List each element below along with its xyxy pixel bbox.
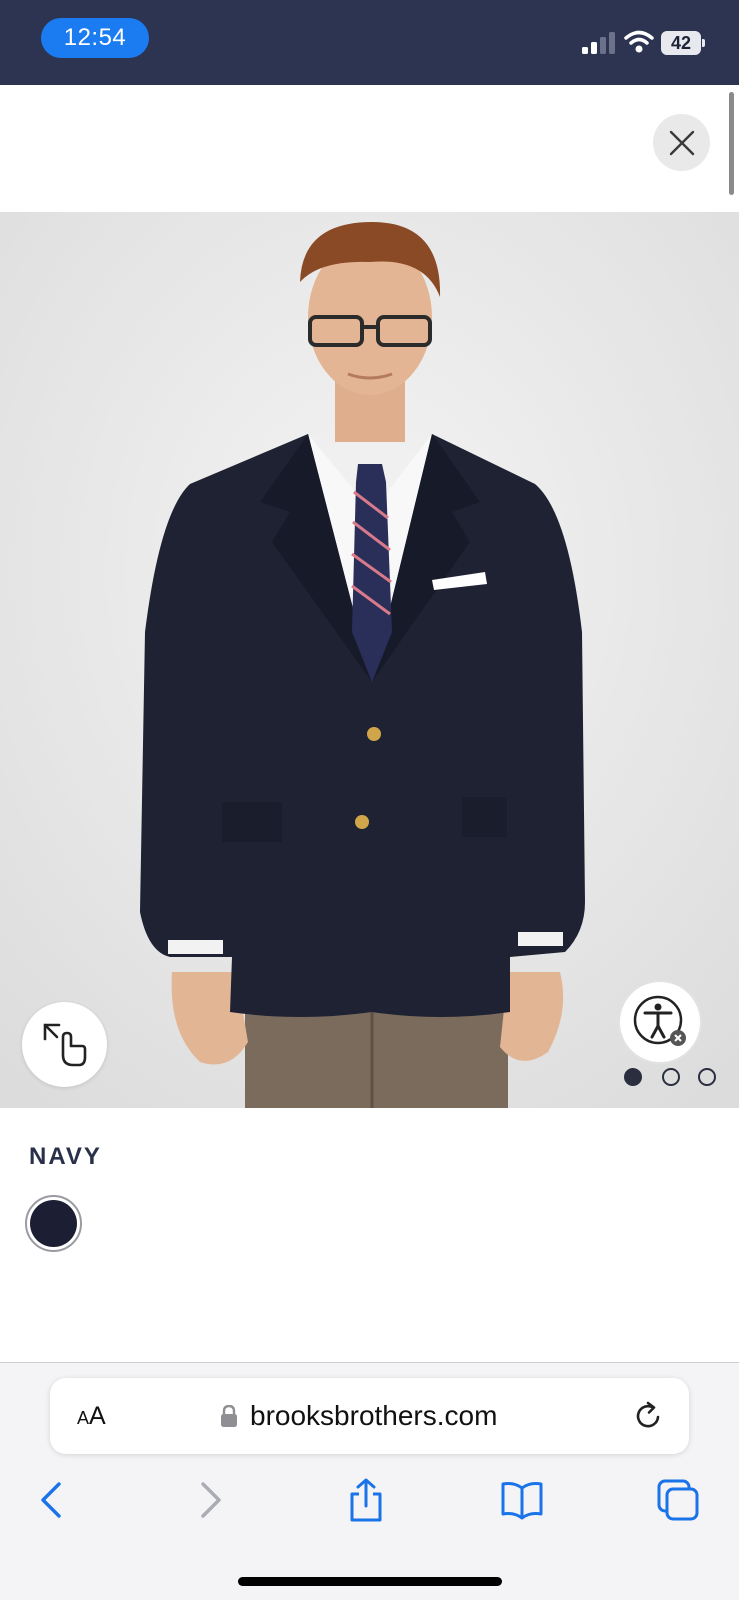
expand-button[interactable] [22, 1002, 107, 1087]
selected-color-label: NAVY [29, 1143, 102, 1170]
text-size-large: A [89, 1402, 106, 1430]
back-icon [41, 1482, 61, 1518]
battery-icon: 42 [661, 31, 705, 55]
bookmarks-button[interactable] [500, 1478, 544, 1522]
forward-button[interactable] [188, 1478, 232, 1522]
pagination-dot-3[interactable] [698, 1068, 716, 1086]
expand-icon [43, 1023, 86, 1066]
accessibility-icon [633, 995, 686, 1046]
pagination-dot-1[interactable] [624, 1068, 642, 1086]
color-swatch-fill [30, 1200, 77, 1247]
clock[interactable]: 12:54 [41, 18, 149, 58]
tabs-button[interactable] [656, 1478, 700, 1522]
wifi-icon [624, 30, 654, 53]
signal-icon [582, 32, 615, 54]
model-photo [0, 212, 739, 1108]
battery-level: 42 [661, 31, 701, 55]
pagination-dot-2[interactable] [662, 1068, 680, 1086]
bookmarks-icon [501, 1482, 543, 1520]
home-indicator[interactable] [238, 1577, 502, 1586]
url-display[interactable]: brooksbrothers.com [220, 1378, 497, 1454]
scroll-indicator[interactable] [729, 92, 734, 195]
lock-icon [221, 1405, 237, 1427]
close-button[interactable] [653, 114, 710, 171]
address-bar[interactable]: AA brooksbrothers.com [50, 1378, 689, 1454]
share-icon [350, 1478, 382, 1522]
text-size-button[interactable]: AA [77, 1378, 106, 1454]
tabs-icon [657, 1479, 699, 1521]
share-button[interactable] [344, 1478, 388, 1522]
color-swatch-navy[interactable] [25, 1195, 82, 1252]
back-button[interactable] [30, 1478, 74, 1522]
accessibility-button[interactable] [618, 980, 702, 1064]
close-icon [669, 130, 694, 155]
status-bar: 12:54 42 [0, 0, 739, 85]
reload-icon[interactable] [634, 1401, 664, 1431]
image-pagination [624, 1068, 720, 1088]
forward-icon [201, 1482, 221, 1518]
url-text: brooksbrothers.com [250, 1400, 498, 1431]
product-image[interactable] [0, 212, 739, 1108]
text-size-small: A [77, 1408, 90, 1428]
battery-tip [702, 39, 705, 47]
